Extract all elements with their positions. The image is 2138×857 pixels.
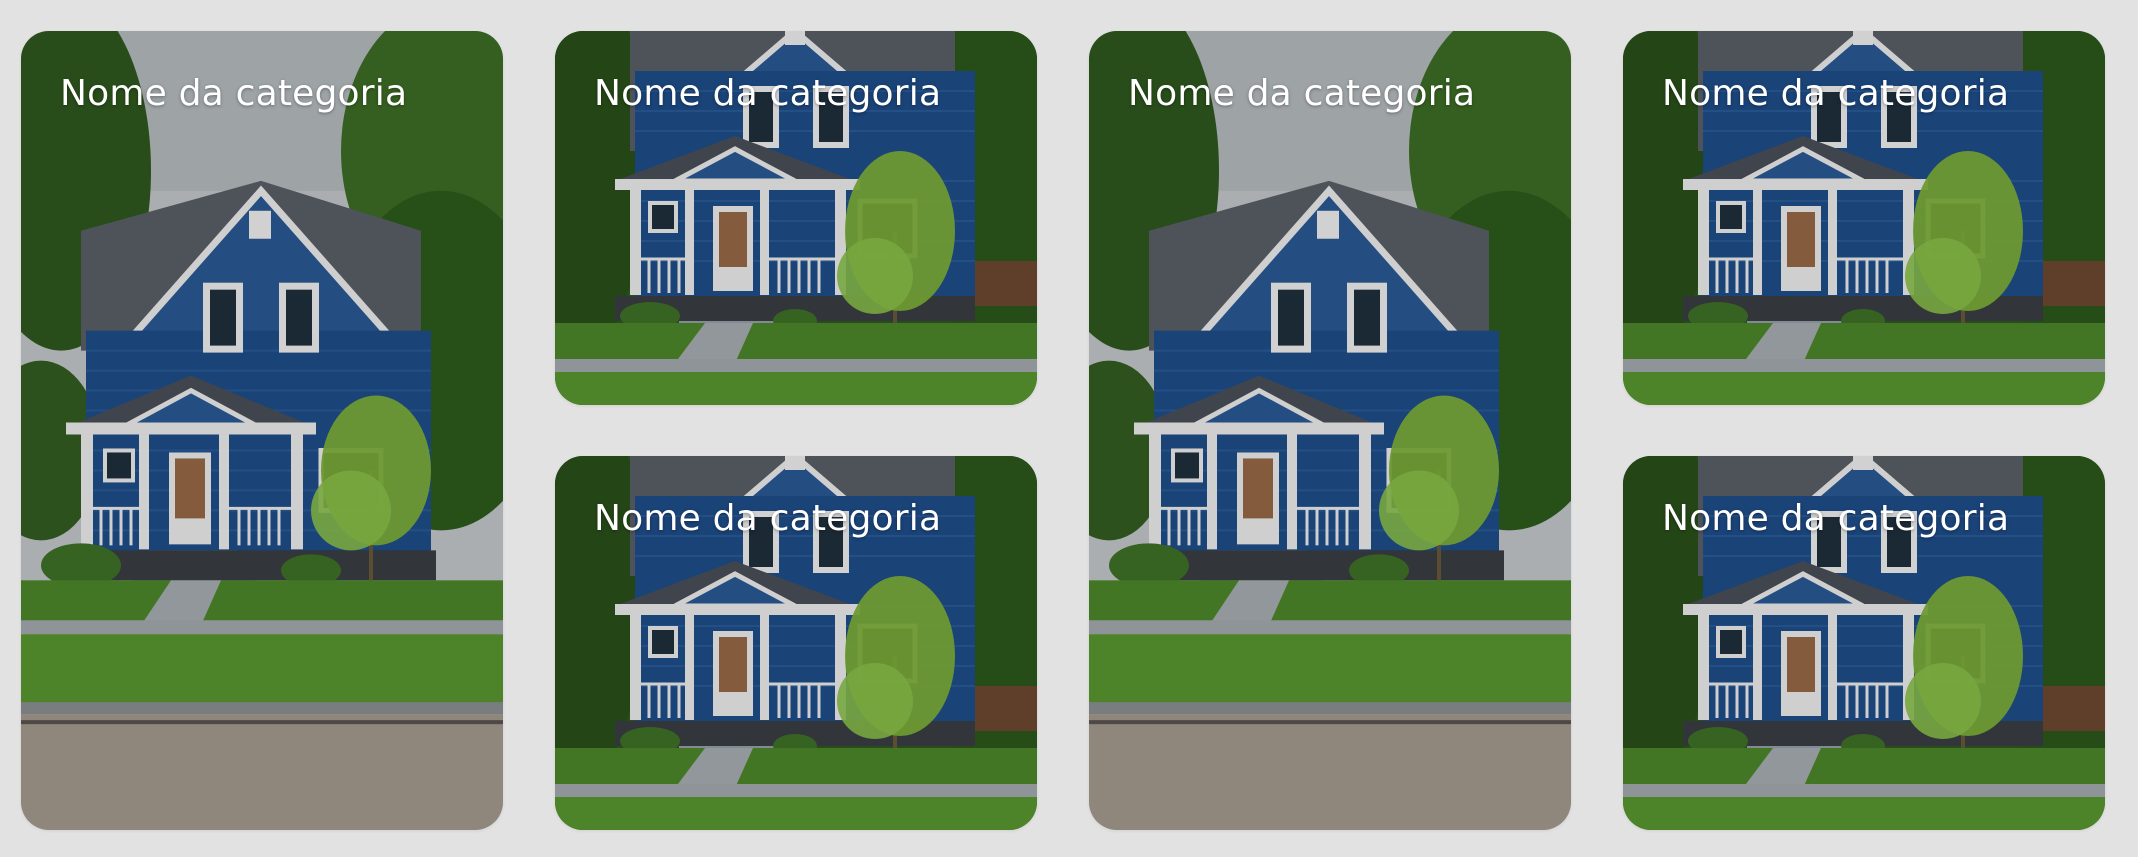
category-grid: Nome da categoria Nome da categoria Nome…: [21, 31, 2105, 830]
category-name: Nome da categoria: [1662, 498, 2010, 539]
category-name: Nome da categoria: [1662, 73, 2010, 114]
category-name: Nome da categoria: [594, 73, 942, 114]
category-card[interactable]: Nome da categoria: [1089, 31, 1571, 830]
category-name: Nome da categoria: [60, 73, 408, 114]
category-card[interactable]: Nome da categoria: [1623, 31, 2105, 405]
category-name: Nome da categoria: [594, 498, 942, 539]
category-card[interactable]: Nome da categoria: [555, 456, 1037, 830]
category-card[interactable]: Nome da categoria: [21, 31, 503, 830]
category-name: Nome da categoria: [1128, 73, 1476, 114]
category-card[interactable]: Nome da categoria: [555, 31, 1037, 405]
category-card[interactable]: Nome da categoria: [1623, 456, 2105, 830]
